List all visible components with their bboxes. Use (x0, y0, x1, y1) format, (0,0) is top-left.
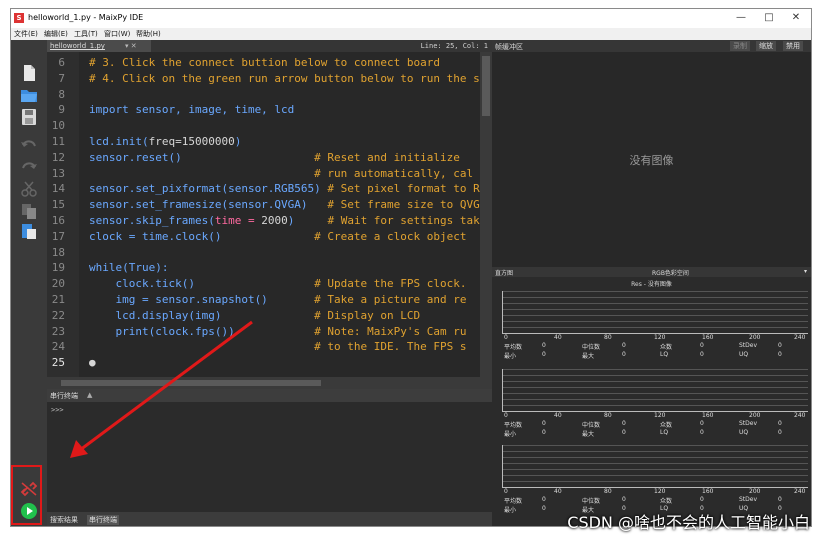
csdn-watermark: CSDN @啥也不会的人工智能小白 (567, 513, 810, 532)
annotation-arrow (70, 320, 253, 458)
